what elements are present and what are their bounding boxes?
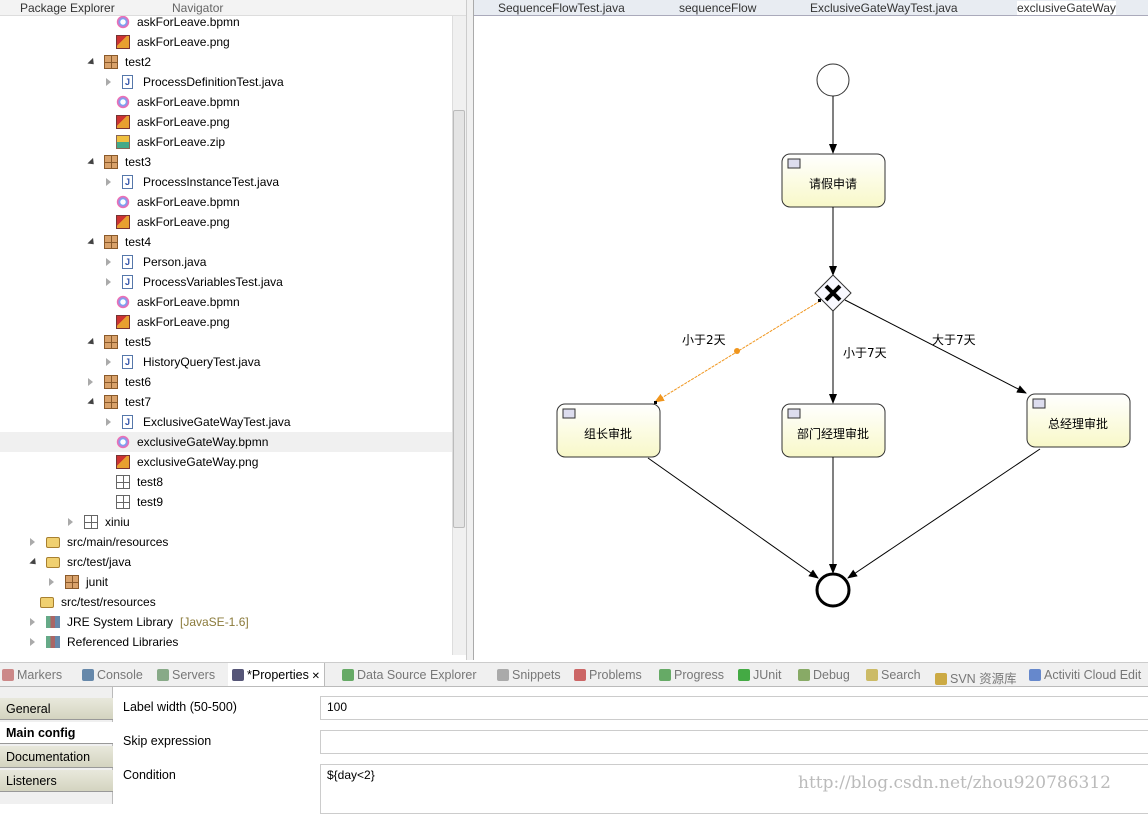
task-dept-manager[interactable]: 部门经理审批 bbox=[781, 403, 886, 458]
view-icon bbox=[342, 669, 354, 681]
view-icon bbox=[2, 669, 14, 681]
tab-label: Console bbox=[97, 668, 143, 682]
view-icon bbox=[866, 669, 878, 681]
label-width-input[interactable]: 100 bbox=[320, 696, 1148, 720]
user-task-icon bbox=[562, 408, 576, 419]
task-request[interactable]: 请假申请 bbox=[781, 153, 886, 208]
bottom-tab-problems[interactable]: Problems bbox=[574, 668, 642, 682]
bottom-tab-search[interactable]: Search bbox=[866, 668, 921, 682]
editor-tabs: SequenceFlowTest.java sequenceFlow Exclu… bbox=[474, 0, 1148, 16]
view-icon bbox=[1029, 669, 1041, 681]
tab-navigator[interactable]: Navigator bbox=[172, 1, 223, 15]
bottom-tab-properties[interactable]: *Properties ✕ bbox=[228, 663, 326, 686]
skip-expression-input[interactable] bbox=[320, 730, 1148, 754]
bottom-tab-debug[interactable]: Debug bbox=[798, 668, 850, 682]
view-icon bbox=[497, 669, 509, 681]
bottom-tab-data-source-explorer[interactable]: Data Source Explorer bbox=[342, 668, 477, 682]
bottom-tab-svn[interactable]: SVN 资源库 bbox=[935, 668, 1017, 687]
flow-label-lt2: 小于2天 bbox=[682, 333, 726, 347]
tab-label: JUnit bbox=[753, 668, 782, 682]
close-icon[interactable]: ✕ bbox=[309, 671, 320, 682]
view-icon bbox=[82, 669, 94, 681]
bottom-view-tabs: Markers Console Servers *Properties ✕ Data S… bbox=[0, 662, 1148, 687]
condition-label: Condition bbox=[123, 768, 176, 782]
task-label: 总经理审批 bbox=[1048, 416, 1108, 431]
end-event[interactable] bbox=[815, 572, 851, 608]
tab-label: Debug bbox=[813, 668, 850, 682]
bottom-tab-markers[interactable]: Markers bbox=[2, 668, 62, 682]
tab-label: Data Source Explorer bbox=[357, 668, 477, 682]
prop-tab-main-config[interactable]: Main config bbox=[0, 722, 113, 744]
flow-label-lt7: 小于7天 bbox=[843, 346, 887, 360]
tab-sequenceflowtest[interactable]: SequenceFlowTest.java bbox=[498, 1, 625, 15]
bpmn-diagram: 请假申请 小于2天 小于7天 大于7天 组长审批 部门经理审批 总经理审批 bbox=[556, 63, 1131, 608]
tab-label: SVN 资源库 bbox=[950, 672, 1017, 686]
exclusive-gateway[interactable] bbox=[814, 274, 852, 312]
bottom-tab-progress[interactable]: Progress bbox=[659, 668, 724, 682]
left-view-tabs: Package Explorer Navigator bbox=[0, 0, 466, 16]
bottom-tab-servers[interactable]: Servers bbox=[157, 668, 215, 682]
label-width-label: Label width (50-500) bbox=[123, 700, 237, 714]
task-group-leader[interactable]: 组长审批 bbox=[556, 403, 661, 458]
user-task-icon bbox=[1032, 398, 1046, 409]
tab-exclusivegateway[interactable]: exclusiveGateWay bbox=[1017, 1, 1116, 15]
view-icon bbox=[157, 669, 169, 681]
bottom-tab-activiti-cloud-edit[interactable]: Activiti Cloud Edit bbox=[1029, 668, 1141, 682]
tab-label: Activiti Cloud Edit bbox=[1044, 668, 1142, 682]
task-general-manager[interactable]: 总经理审批 bbox=[1026, 393, 1131, 448]
view-icon bbox=[574, 669, 586, 681]
task-label: 请假申请 bbox=[809, 177, 857, 191]
task-label: 部门经理审批 bbox=[797, 426, 869, 441]
properties-tab-list: General Main config Documentation Listen… bbox=[0, 687, 113, 804]
tab-label: Snippets bbox=[512, 668, 561, 682]
tab-package-explorer[interactable]: Package Explorer bbox=[20, 1, 115, 15]
prop-tab-documentation[interactable]: Documentation bbox=[0, 746, 113, 768]
view-icon bbox=[232, 669, 244, 681]
tab-sequenceflow[interactable]: sequenceFlow bbox=[679, 1, 756, 15]
view-icon bbox=[935, 673, 947, 685]
tab-label: Problems bbox=[589, 668, 642, 682]
tab-label: Progress bbox=[674, 668, 725, 682]
tab-label: Markers bbox=[17, 668, 63, 682]
tab-label: Servers bbox=[172, 668, 216, 682]
bottom-tab-junit[interactable]: JUnit bbox=[738, 668, 781, 682]
selection-handle[interactable] bbox=[654, 401, 657, 404]
view-icon bbox=[798, 669, 810, 681]
tab-label: *Properties bbox=[247, 668, 309, 682]
bottom-tab-console[interactable]: Console bbox=[82, 668, 143, 682]
prop-tab-listeners[interactable]: Listeners bbox=[0, 770, 113, 792]
watermark: http://blog.csdn.net/zhou920786312 bbox=[798, 773, 1111, 793]
skip-expression-label: Skip expression bbox=[123, 734, 212, 748]
view-icon bbox=[659, 669, 671, 681]
user-task-icon bbox=[787, 158, 801, 169]
tab-label: Search bbox=[881, 668, 921, 682]
flow-leader-to-end[interactable] bbox=[647, 457, 819, 579]
flow-midpoint-handle[interactable] bbox=[734, 348, 740, 354]
user-task-icon bbox=[787, 408, 801, 419]
start-event[interactable] bbox=[816, 63, 850, 97]
tab-exclusivegatewaytest[interactable]: ExclusiveGateWayTest.java bbox=[810, 1, 958, 15]
flow-gm-to-end[interactable] bbox=[847, 448, 1041, 579]
view-icon bbox=[738, 669, 750, 681]
bottom-tab-snippets[interactable]: Snippets bbox=[497, 668, 561, 682]
selection-handle[interactable] bbox=[818, 299, 821, 302]
flow-label-gt7: 大于7天 bbox=[932, 333, 976, 347]
task-label: 组长审批 bbox=[584, 426, 632, 441]
prop-tab-general[interactable]: General bbox=[0, 698, 113, 720]
